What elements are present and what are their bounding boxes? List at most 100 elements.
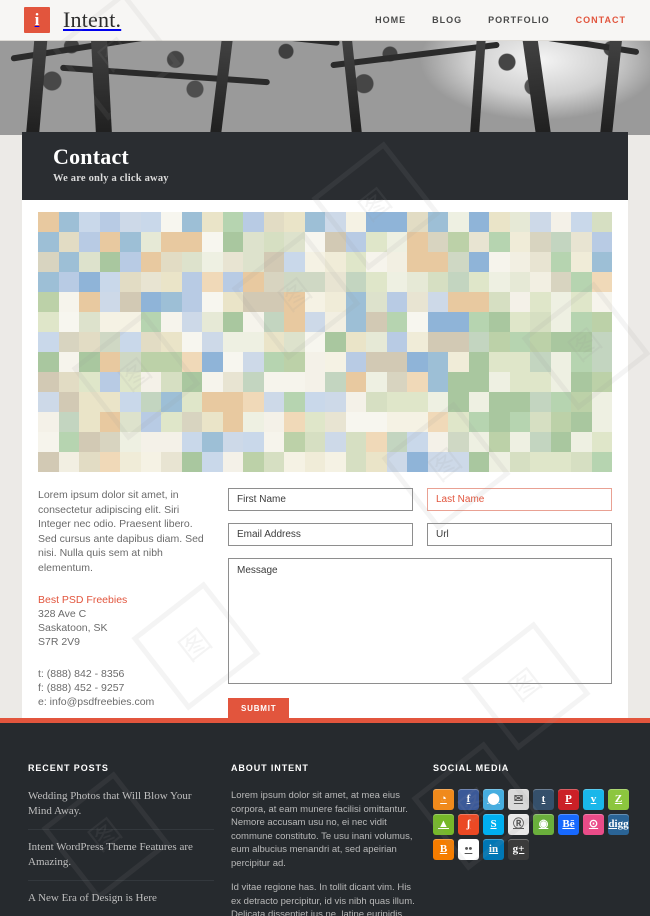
mosaic-tile: [263, 232, 284, 252]
mosaic-tile: [571, 292, 592, 312]
mosaic-tile: [79, 232, 100, 252]
mosaic-tile: [571, 332, 592, 352]
list-item[interactable]: A New Era of Design is Here: [28, 891, 214, 916]
page-subtitle: We are only a click away: [53, 173, 169, 184]
mosaic-tile: [448, 412, 469, 432]
list-item[interactable]: Wedding Photos that Will Blow Your Mind …: [28, 789, 214, 830]
rss-icon[interactable]: ◔: [433, 789, 454, 810]
facebook-icon[interactable]: f: [458, 789, 479, 810]
mosaic-tile: [304, 372, 325, 392]
mosaic-tile: [427, 312, 448, 332]
mosaic-tile: [325, 352, 346, 372]
mosaic-tile: [202, 432, 223, 452]
behance-icon[interactable]: Bē: [558, 814, 579, 835]
reddit-icon[interactable]: Ⓡ: [508, 814, 529, 835]
zerply-icon[interactable]: Z: [608, 789, 629, 810]
mosaic-tile: [427, 412, 448, 432]
mosaic-tile: [99, 252, 120, 272]
mosaic-tile: [509, 372, 530, 392]
linkedin-icon[interactable]: in: [483, 839, 504, 860]
mosaic-tile: [550, 432, 571, 452]
email-input[interactable]: Email Address: [228, 523, 413, 546]
mosaic-tile: [304, 332, 325, 352]
nav-item-blog[interactable]: BLOG: [432, 15, 462, 25]
mosaic-tile: [243, 212, 264, 232]
mosaic-tile: [427, 352, 448, 372]
mosaic-tile: [120, 232, 141, 252]
mosaic-tile: [79, 432, 100, 452]
blogger-icon[interactable]: B: [433, 839, 454, 860]
last-name-input[interactable]: Last Name: [427, 488, 612, 511]
mosaic-tile: [591, 332, 612, 352]
flickr-dots-icon[interactable]: ••: [458, 839, 479, 860]
submit-button[interactable]: SUBMIT: [228, 698, 290, 719]
mosaic-tile: [571, 312, 592, 332]
mosaic-tile: [530, 432, 551, 452]
message-textarea[interactable]: Message: [228, 558, 612, 684]
mosaic-tile: [99, 372, 120, 392]
mosaic-tile: [468, 452, 489, 472]
digg-icon[interactable]: digg: [608, 814, 629, 835]
vimeo-icon[interactable]: v: [583, 789, 604, 810]
intro-paragraph: Lorem ipsum dolor sit amet, in consectet…: [38, 489, 204, 574]
mosaic-tile: [243, 312, 264, 332]
mosaic-tile: [591, 232, 612, 252]
mosaic-tile: [99, 432, 120, 452]
stumbleupon-icon[interactable]: ʃ: [458, 814, 479, 835]
mosaic-tile: [407, 312, 428, 332]
contact-form: First Name Last Name Email Address Url M…: [228, 488, 612, 719]
email-icon[interactable]: ✉: [508, 789, 529, 810]
mosaic-tile: [591, 412, 612, 432]
mosaic-tile: [386, 272, 407, 292]
mosaic-tile: [427, 432, 448, 452]
tumblr-icon[interactable]: t: [533, 789, 554, 810]
mosaic-tile: [489, 412, 510, 432]
mosaic-tile: [530, 392, 551, 412]
mosaic-tile: [530, 312, 551, 332]
email-address: e: info@psdfreebies.com: [38, 696, 155, 708]
pinterest-icon[interactable]: P: [558, 789, 579, 810]
mosaic-tile: [202, 212, 223, 232]
evernote-icon[interactable]: ◉: [533, 814, 554, 835]
mosaic-tile: [222, 412, 243, 432]
address-postal: S7R 2V9: [38, 636, 81, 648]
mosaic-tile: [181, 232, 202, 252]
mosaic-tile: [58, 292, 79, 312]
twitter-icon[interactable]: ⬤: [483, 789, 504, 810]
mosaic-tile: [79, 332, 100, 352]
mosaic-tile: [38, 212, 59, 232]
mosaic-tile: [448, 452, 469, 472]
mosaic-tile: [468, 332, 489, 352]
mosaic-tile: [58, 352, 79, 372]
site-logo[interactable]: i Intent.: [24, 7, 121, 33]
mosaic-tile: [222, 432, 243, 452]
list-item[interactable]: Intent WordPress Theme Features are Amaz…: [28, 840, 214, 881]
googleplus-icon[interactable]: g+: [508, 839, 529, 860]
mosaic-tile: [427, 292, 448, 312]
mosaic-tile: [222, 452, 243, 472]
mosaic-tile: [38, 432, 59, 452]
page-title-band: Contact We are only a click away: [22, 132, 628, 200]
nav-item-contact[interactable]: CONTACT: [576, 15, 626, 25]
flickr-icon[interactable]: ▲: [433, 814, 454, 835]
nav-item-portfolio[interactable]: PORTFOLIO: [488, 15, 550, 25]
skype-icon[interactable]: S: [483, 814, 504, 835]
dribbble-icon[interactable]: ⊙: [583, 814, 604, 835]
social-icon-grid: ◔ f ⬤ ✉ t Pv Z ▲ ʃ S Ⓡ ◉ Bē ⊙ digg B •• in g+: [433, 789, 629, 860]
nav-item-home[interactable]: HOME: [375, 15, 406, 25]
mosaic-tile: [448, 312, 469, 332]
mosaic-tile: [79, 312, 100, 332]
mosaic-tile: [181, 412, 202, 432]
url-input[interactable]: Url: [427, 523, 612, 546]
mosaic-tile: [58, 212, 79, 232]
first-name-input[interactable]: First Name: [228, 488, 413, 511]
page-root: i Intent. HOME BLOG PORTFOLIO CONTACT Co…: [0, 0, 650, 916]
mosaic-tile: [284, 372, 305, 392]
mosaic-tile: [161, 232, 182, 252]
mosaic-tile: [38, 412, 59, 432]
mosaic-tile: [325, 372, 346, 392]
accent-bar: [0, 718, 650, 723]
mosaic-tile: [407, 412, 428, 432]
page-title: Contact: [53, 144, 129, 169]
mosaic-tile: [222, 252, 243, 272]
